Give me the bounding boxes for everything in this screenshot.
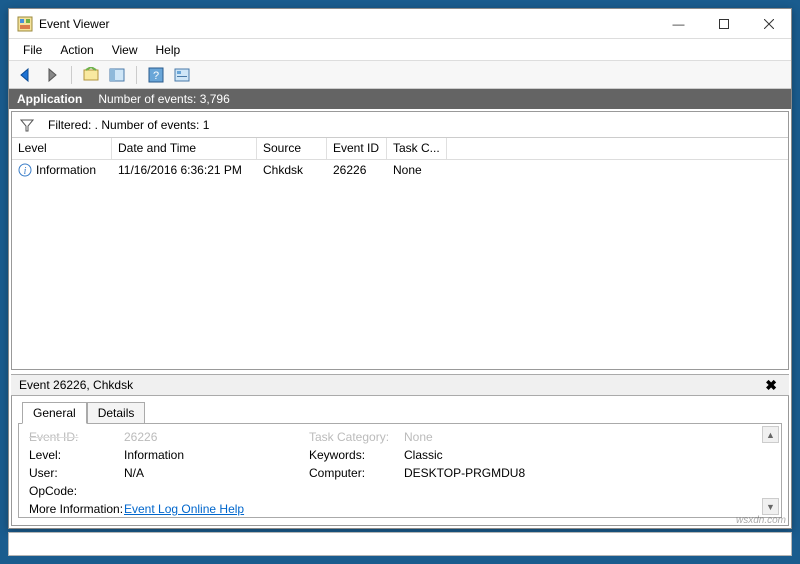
toolbar-separator — [136, 66, 137, 84]
detail-tabs: General Details — [22, 402, 782, 424]
detail-title: Event 26226, Chkdsk — [19, 378, 133, 392]
event-log-online-help-link[interactable]: Event Log Online Help — [124, 502, 244, 516]
svg-text:i: i — [24, 166, 27, 177]
label-eventid: Event ID: — [29, 430, 124, 444]
cell-task: None — [387, 163, 447, 177]
detail-grid: Event ID: 26226 Task Category: None Leve… — [29, 430, 771, 516]
explorer-icon — [109, 67, 125, 83]
label-opcode: OpCode: — [29, 484, 124, 498]
label-computer: Computer: — [309, 466, 404, 480]
menu-action[interactable]: Action — [52, 41, 101, 59]
col-eventid[interactable]: Event ID — [327, 138, 387, 159]
event-count: Number of events: 3,796 — [98, 92, 229, 106]
event-list-frame: Filtered: . Number of events: 1 Level Da… — [11, 111, 789, 370]
back-button[interactable] — [15, 64, 37, 86]
menu-view[interactable]: View — [104, 41, 146, 59]
close-detail-button[interactable]: ✖ — [761, 377, 781, 394]
value-level: Information — [124, 448, 309, 462]
scroll-down-button[interactable]: ▼ — [762, 498, 779, 515]
maximize-icon — [719, 19, 729, 29]
label-keywords: Keywords: — [309, 448, 404, 462]
show-hide-console-button[interactable] — [80, 64, 102, 86]
label-user: User: — [29, 466, 124, 480]
svg-text:?: ? — [153, 70, 159, 82]
app-icon — [17, 16, 33, 32]
scroll-up-button[interactable]: ▲ — [762, 426, 779, 443]
value-computer: DESKTOP-PRGMDU8 — [404, 466, 604, 480]
value-taskcat: None — [404, 430, 604, 444]
event-list[interactable]: i Information 11/16/2016 6:36:21 PM Chkd… — [12, 160, 788, 369]
column-headers: Level Date and Time Source Event ID Task… — [12, 138, 788, 160]
minimize-button[interactable]: — — [656, 9, 701, 38]
title-bar[interactable]: Event Viewer — — [9, 9, 791, 39]
detail-frame: General Details Event ID: 26226 Task Cat… — [11, 396, 789, 526]
menu-file[interactable]: File — [15, 41, 50, 59]
event-viewer-window: Event Viewer — File Action View Help ? — [8, 8, 792, 529]
explorer-button[interactable] — [106, 64, 128, 86]
col-level[interactable]: Level — [12, 138, 112, 159]
label-moreinfo: More Information: — [29, 502, 124, 516]
detail-header: Event 26226, Chkdsk ✖ — [11, 374, 789, 396]
cell-eventid: 26226 — [327, 163, 387, 177]
col-source[interactable]: Source — [257, 138, 327, 159]
back-icon — [18, 67, 34, 83]
filter-text: Filtered: . Number of events: 1 — [48, 118, 209, 132]
show-console-icon — [83, 67, 99, 83]
filter-icon — [20, 118, 34, 132]
log-header-bar: Application Number of events: 3,796 — [9, 89, 791, 109]
help-button[interactable]: ? — [145, 64, 167, 86]
properties-button[interactable] — [171, 64, 193, 86]
value-keywords: Classic — [404, 448, 604, 462]
tab-details[interactable]: Details — [87, 402, 146, 424]
cell-source: Chkdsk — [257, 163, 327, 177]
label-level: Level: — [29, 448, 124, 462]
table-row[interactable]: i Information 11/16/2016 6:36:21 PM Chkd… — [12, 160, 788, 180]
content-area: Filtered: . Number of events: 1 Level Da… — [9, 109, 791, 528]
desktop-edge — [8, 532, 792, 556]
value-eventid: 26226 — [124, 430, 309, 444]
watermark: wsxdn.com — [736, 515, 786, 526]
forward-button[interactable] — [41, 64, 63, 86]
cell-date: 11/16/2016 6:36:21 PM — [112, 163, 257, 177]
cell-level: i Information — [12, 163, 112, 177]
close-icon — [764, 19, 774, 29]
close-button[interactable] — [746, 9, 791, 38]
col-task[interactable]: Task C... — [387, 138, 447, 159]
info-icon: i — [18, 163, 32, 177]
detail-scroll: ▲ ▼ — [762, 426, 779, 515]
toolbar: ? — [9, 61, 791, 89]
tab-general[interactable]: General — [22, 402, 87, 424]
filter-bar: Filtered: . Number of events: 1 — [12, 112, 788, 138]
forward-icon — [44, 67, 60, 83]
value-opcode — [124, 484, 309, 498]
properties-icon — [174, 67, 190, 83]
menu-help[interactable]: Help — [148, 41, 189, 59]
value-user: N/A — [124, 466, 309, 480]
help-icon: ? — [148, 67, 164, 83]
toolbar-separator — [71, 66, 72, 84]
menu-bar: File Action View Help — [9, 39, 791, 61]
window-title: Event Viewer — [39, 17, 656, 31]
label-taskcat: Task Category: — [309, 430, 404, 444]
log-name: Application — [17, 92, 82, 106]
maximize-button[interactable] — [701, 9, 746, 38]
tab-content-general: Event ID: 26226 Task Category: None Leve… — [18, 423, 782, 518]
col-date[interactable]: Date and Time — [112, 138, 257, 159]
